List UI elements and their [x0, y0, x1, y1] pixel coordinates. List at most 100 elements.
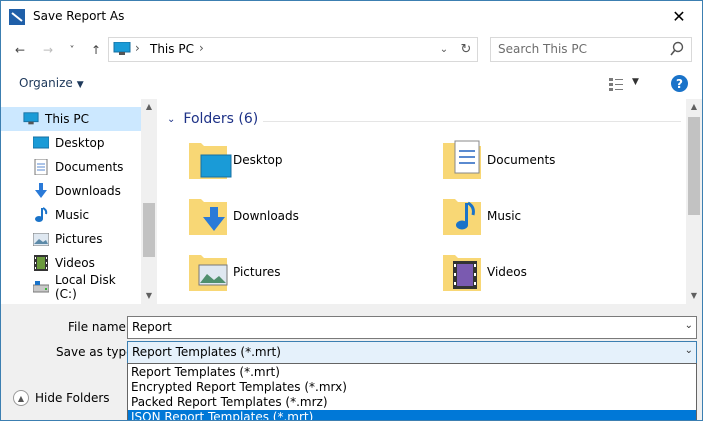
navigation-pane: This PC Desktop Documents Downloads Musi… — [1, 99, 157, 304]
music-folder-icon — [443, 199, 481, 235]
scroll-up-icon[interactable]: ▲ — [686, 102, 702, 111]
save-type-dropdown-list: Report Templates (*.mrt) Encrypted Repor… — [127, 363, 697, 420]
sidebar-item-pictures[interactable]: Pictures — [1, 227, 141, 251]
close-button[interactable]: ✕ — [656, 1, 702, 32]
search-input[interactable]: Search This PC — [490, 37, 692, 62]
collapse-chevron-icon[interactable]: ⌄ — [167, 114, 175, 125]
pictures-folder-icon — [189, 255, 228, 291]
back-button[interactable]: ← — [11, 41, 29, 59]
sidebar-item-desktop[interactable]: Desktop — [1, 131, 141, 155]
videos-icon — [33, 255, 49, 271]
app-icon — [9, 9, 25, 25]
folder-item-desktop[interactable]: Desktop — [187, 137, 427, 183]
documents-icon — [33, 159, 49, 175]
recent-locations-button[interactable]: ˅ — [63, 41, 81, 59]
folder-item-videos[interactable]: Videos — [441, 249, 681, 295]
sidebar-item-this-pc[interactable]: This PC — [1, 107, 141, 131]
documents-folder-icon — [443, 140, 481, 179]
window-title: Save Report As — [33, 9, 125, 23]
pc-icon — [113, 42, 131, 55]
save-options-panel: File name: Report ⌄ Save as type: Report… — [1, 304, 702, 420]
hide-folders-button[interactable]: ▲ Hide Folders — [13, 390, 110, 406]
chevron-down-icon: ⌄ — [439, 43, 449, 55]
dropdown-option[interactable]: Packed Report Templates (*.mrz) — [128, 395, 696, 410]
help-button[interactable]: ? — [671, 75, 688, 92]
dropdown-option-highlighted[interactable]: JSON Report Templates (*.mrt) — [128, 410, 696, 420]
refresh-icon: ↻ — [460, 41, 472, 57]
desktop-icon — [33, 135, 49, 151]
navigation-pane-scrollbar[interactable]: ▲ ▼ — [141, 99, 157, 304]
folder-name: Videos — [487, 265, 527, 279]
scroll-thumb[interactable] — [143, 203, 155, 257]
sidebar-item-label: Downloads — [55, 184, 121, 198]
sidebar-item-local-disk[interactable]: Local Disk (C:) — [1, 273, 141, 301]
folders-group-header[interactable]: ⌄ Folders (6) — [167, 111, 258, 127]
title-bar: Save Report As ✕ — [1, 1, 702, 32]
folder-name: Pictures — [233, 265, 281, 279]
desktop-folder-icon — [189, 143, 232, 179]
command-bar: Organize ▼ ▼ ? — [1, 68, 702, 100]
scroll-up-icon[interactable]: ▲ — [141, 102, 157, 111]
save-as-type-label: Save as type: — [56, 345, 138, 359]
breadcrumb-chevron-icon[interactable]: › — [199, 41, 204, 55]
forward-button[interactable]: → — [39, 41, 57, 59]
sidebar-item-music[interactable]: Music — [1, 203, 141, 227]
folder-item-downloads[interactable]: Downloads — [187, 193, 427, 239]
pictures-icon — [33, 231, 49, 247]
file-name-label: File name: — [68, 320, 130, 334]
change-view-icon[interactable] — [608, 76, 624, 92]
save-as-type-select[interactable]: Report Templates (*.mrt) ⌄ — [127, 341, 697, 364]
dropdown-option[interactable]: Encrypted Report Templates (*.mrx) — [128, 380, 696, 395]
up-button[interactable]: ↑ — [87, 41, 105, 59]
close-icon: ✕ — [672, 7, 686, 26]
folder-name: Downloads — [233, 209, 299, 223]
back-arrow-icon: ← — [14, 43, 26, 57]
downloads-folder-icon — [189, 199, 227, 235]
pc-icon — [23, 111, 39, 127]
folders-group-label: Folders (6) — [183, 111, 259, 127]
save-as-type-value: Report Templates (*.mrt) — [132, 345, 281, 359]
scroll-thumb[interactable] — [688, 117, 700, 215]
sidebar-item-videos[interactable]: Videos — [1, 251, 141, 275]
forward-arrow-icon: → — [42, 43, 54, 57]
sidebar-item-label: Music — [55, 208, 90, 222]
breadcrumb-this-pc[interactable]: This PC — [150, 42, 194, 56]
address-bar[interactable]: › This PC › ⌄ ↻ — [108, 37, 478, 62]
sidebar-item-label: Local Disk (C:) — [55, 273, 116, 301]
chevron-down-icon: ˅ — [69, 44, 75, 56]
refresh-button[interactable]: ↻ — [457, 40, 475, 58]
chevron-up-icon: ▲ — [13, 390, 29, 406]
file-list-scrollbar[interactable]: ▲ ▼ — [686, 99, 702, 304]
sidebar-item-label: Videos — [55, 256, 95, 270]
sidebar-item-documents[interactable]: Documents — [1, 155, 141, 179]
view-options-caret-icon[interactable]: ▼ — [632, 77, 639, 87]
breadcrumb-chevron-icon: › — [135, 41, 140, 55]
videos-folder-icon — [443, 255, 481, 291]
organize-button[interactable]: Organize ▼ — [19, 76, 84, 90]
file-name-field[interactable]: Report ⌄ — [127, 316, 697, 339]
chevron-down-icon[interactable]: ⌄ — [685, 345, 693, 356]
caret-down-icon: ▼ — [76, 80, 84, 90]
file-list-pane: ⌄ Folders (6) Desktop Documents Download… — [157, 99, 686, 304]
downloads-icon — [33, 183, 49, 199]
drive-icon — [33, 279, 49, 295]
address-dropdown-button[interactable]: ⌄ — [435, 40, 453, 58]
folder-name: Documents — [487, 153, 556, 167]
dropdown-option[interactable]: Report Templates (*.mrt) — [128, 365, 696, 380]
folder-item-documents[interactable]: Documents — [441, 137, 681, 183]
up-arrow-icon: ↑ — [90, 43, 102, 57]
sidebar-item-label: Pictures — [55, 232, 103, 246]
scroll-down-icon[interactable]: ▼ — [141, 291, 157, 300]
search-placeholder: Search This PC — [498, 42, 587, 56]
sidebar-item-label: Desktop — [55, 136, 105, 150]
file-name-value: Report — [132, 320, 172, 334]
group-divider — [263, 121, 681, 122]
chevron-down-icon[interactable]: ⌄ — [685, 320, 693, 331]
folder-item-music[interactable]: Music — [441, 193, 681, 239]
folder-item-pictures[interactable]: Pictures — [187, 249, 427, 295]
sidebar-item-label: Documents — [55, 160, 124, 174]
sidebar-item-downloads[interactable]: Downloads — [1, 179, 141, 203]
hide-folders-label: Hide Folders — [35, 391, 110, 405]
scroll-down-icon[interactable]: ▼ — [686, 291, 702, 300]
search-icon — [670, 41, 684, 56]
